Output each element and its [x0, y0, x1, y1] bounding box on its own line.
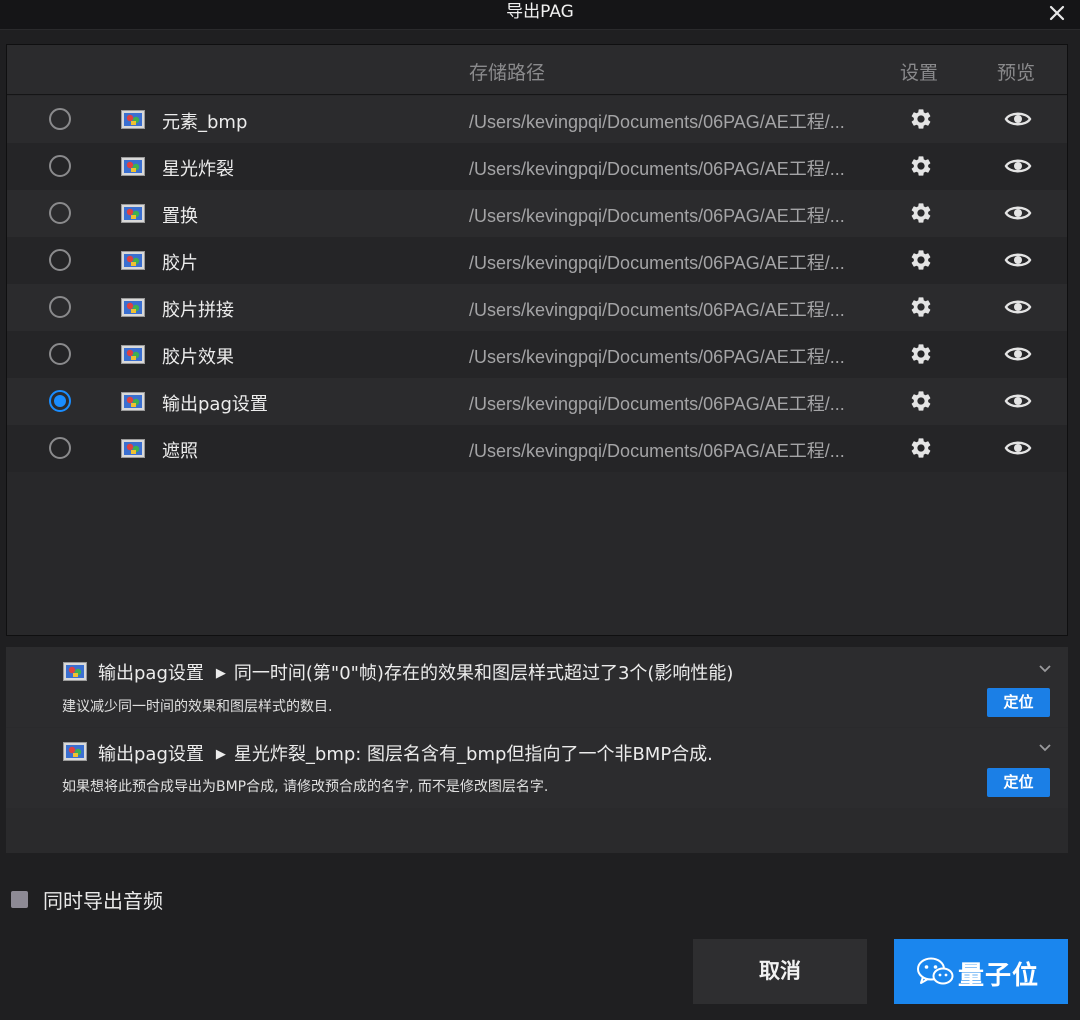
warning-detail: 建议减少同一时间的效果和图层样式的数目. [62, 699, 333, 715]
composition-list: 存储路径 设置 预览 元素_bmp/Users/kevingpqi/Docume… [6, 44, 1068, 636]
gear-icon[interactable] [909, 154, 933, 178]
eye-icon[interactable] [1004, 344, 1032, 364]
composition-icon [121, 392, 145, 411]
warning-comp-name: 输出pag设置 [98, 663, 204, 684]
composition-icon [121, 298, 145, 317]
composition-row[interactable]: 胶片拼接/Users/kevingpqi/Documents/06PAG/AE工… [7, 284, 1067, 331]
storage-path[interactable]: /Users/kevingpqi/Documents/06PAG/AE工程/..… [469, 296, 869, 322]
eye-icon[interactable] [1004, 250, 1032, 270]
composition-icon [121, 157, 145, 176]
composition-name: 输出pag设置 [162, 394, 268, 415]
title-bar: 导出PAG [0, 0, 1080, 30]
composition-row[interactable]: 置换/Users/kevingpqi/Documents/06PAG/AE工程/… [7, 190, 1067, 237]
warning-item: 输出pag设置 ▶ 星光炸裂_bmp: 图层名含有_bmp但指向了一个非BMP合成.… [6, 728, 1068, 808]
composition-icon [121, 251, 145, 270]
composition-name: 星光炸裂 [162, 159, 234, 180]
warning-comp-name: 输出pag设置 [98, 744, 204, 765]
storage-path[interactable]: /Users/kevingpqi/Documents/06PAG/AE工程/..… [469, 390, 869, 416]
select-radio[interactable] [49, 155, 71, 177]
storage-path[interactable]: /Users/kevingpqi/Documents/06PAG/AE工程/..… [469, 108, 869, 134]
window-title: 导出PAG [506, 2, 574, 22]
composition-name: 胶片效果 [162, 347, 234, 368]
composition-icon [121, 110, 145, 129]
warning-detail: 如果想将此预合成导出为BMP合成, 请修改预合成的名字, 而不是修改图层名字. [62, 779, 549, 795]
composition-icon [121, 204, 145, 223]
composition-row[interactable]: 遮照/Users/kevingpqi/Documents/06PAG/AE工程/… [7, 425, 1067, 472]
composition-icon [63, 742, 87, 761]
gear-icon[interactable] [909, 201, 933, 225]
composition-row[interactable]: 输出pag设置/Users/kevingpqi/Documents/06PAG/… [7, 378, 1067, 425]
chevron-down-icon[interactable] [1038, 743, 1052, 753]
select-radio[interactable] [49, 437, 71, 459]
arrow-right-icon: ▶ [215, 666, 226, 681]
export-audio-label: 同时导出音频 [43, 889, 163, 913]
composition-name: 元素_bmp [162, 112, 248, 133]
composition-name: 遮照 [162, 441, 198, 462]
chevron-down-icon[interactable] [1038, 664, 1052, 674]
locate-button[interactable]: 定位 [987, 688, 1050, 717]
select-radio[interactable] [49, 390, 71, 412]
header-storage-path: 存储路径 [469, 62, 546, 84]
composition-icon [121, 439, 145, 458]
locate-button[interactable]: 定位 [987, 768, 1050, 797]
composition-icon [121, 345, 145, 364]
export-audio-checkbox[interactable] [11, 891, 28, 908]
header-preview: 预览 [997, 62, 1036, 84]
confirm-button[interactable]: 量子位 [894, 939, 1068, 1004]
composition-row[interactable]: 胶片效果/Users/kevingpqi/Documents/06PAG/AE工… [7, 331, 1067, 378]
composition-row[interactable]: 星光炸裂/Users/kevingpqi/Documents/06PAG/AE工… [7, 143, 1067, 190]
warning-title: 同一时间(第"0"帧)存在的效果和图层样式超过了3个(影响性能) [233, 663, 734, 684]
cancel-button[interactable]: 取消 [693, 939, 867, 1004]
watermark-text: 量子位 [958, 961, 1040, 991]
warning-item: 输出pag设置 ▶ 同一时间(第"0"帧)存在的效果和图层样式超过了3个(影响性能)… [6, 647, 1068, 727]
warning-title: 星光炸裂_bmp: 图层名含有_bmp但指向了一个非BMP合成. [233, 744, 713, 765]
storage-path[interactable]: /Users/kevingpqi/Documents/06PAG/AE工程/..… [469, 249, 869, 275]
select-radio[interactable] [49, 343, 71, 365]
composition-name: 置换 [162, 206, 198, 227]
composition-name: 胶片拼接 [162, 300, 234, 321]
composition-row[interactable]: 胶片/Users/kevingpqi/Documents/06PAG/AE工程/… [7, 237, 1067, 284]
select-radio[interactable] [49, 296, 71, 318]
select-radio[interactable] [49, 249, 71, 271]
gear-icon[interactable] [909, 248, 933, 272]
eye-icon[interactable] [1004, 109, 1032, 129]
wechat-icon [917, 957, 954, 985]
composition-row[interactable]: 元素_bmp/Users/kevingpqi/Documents/06PAG/A… [7, 96, 1067, 143]
storage-path[interactable]: /Users/kevingpqi/Documents/06PAG/AE工程/..… [469, 202, 869, 228]
storage-path[interactable]: /Users/kevingpqi/Documents/06PAG/AE工程/..… [469, 437, 869, 463]
gear-icon[interactable] [909, 295, 933, 319]
list-header: 存储路径 设置 预览 [7, 45, 1067, 95]
composition-name: 胶片 [162, 253, 198, 274]
warning-panel: 输出pag设置 ▶ 同一时间(第"0"帧)存在的效果和图层样式超过了3个(影响性能)… [6, 647, 1068, 853]
header-settings: 设置 [900, 62, 939, 84]
composition-icon [63, 662, 87, 681]
eye-icon[interactable] [1004, 438, 1032, 458]
select-radio[interactable] [49, 108, 71, 130]
eye-icon[interactable] [1004, 156, 1032, 176]
select-radio[interactable] [49, 202, 71, 224]
gear-icon[interactable] [909, 107, 933, 131]
eye-icon[interactable] [1004, 203, 1032, 223]
close-icon[interactable] [1046, 2, 1068, 24]
eye-icon[interactable] [1004, 297, 1032, 317]
arrow-right-icon: ▶ [215, 747, 226, 762]
gear-icon[interactable] [909, 436, 933, 460]
storage-path[interactable]: /Users/kevingpqi/Documents/06PAG/AE工程/..… [469, 155, 869, 181]
eye-icon[interactable] [1004, 391, 1032, 411]
gear-icon[interactable] [909, 342, 933, 366]
gear-icon[interactable] [909, 389, 933, 413]
storage-path[interactable]: /Users/kevingpqi/Documents/06PAG/AE工程/..… [469, 343, 869, 369]
